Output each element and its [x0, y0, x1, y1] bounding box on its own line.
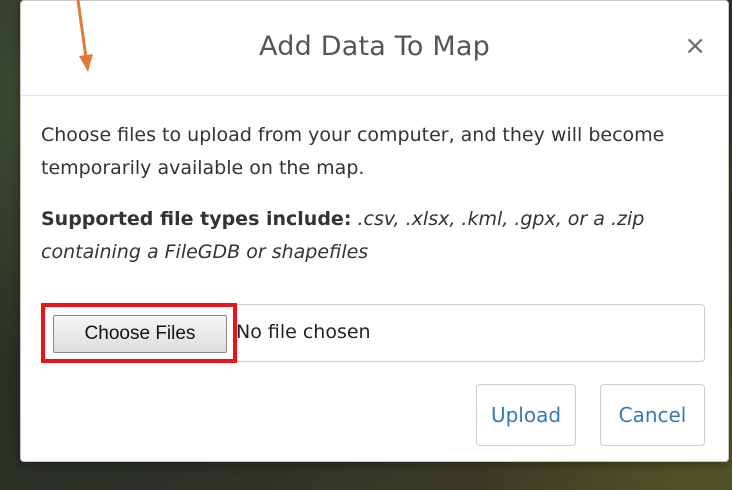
- cancel-button[interactable]: Cancel: [600, 384, 705, 446]
- close-icon[interactable]: ×: [684, 33, 706, 59]
- dialog-title: Add Data To Map: [259, 31, 490, 62]
- types-label: Supported file types include:: [41, 208, 352, 230]
- types-extra: containing a FileGDB or shapefiles: [41, 241, 369, 263]
- dialog-header: Add Data To Map ×: [21, 1, 728, 96]
- dialog-body: Choose files to upload from your compute…: [41, 119, 711, 269]
- highlight-box: [41, 303, 237, 363]
- file-status-text: No file chosen: [236, 321, 371, 343]
- supported-types-text: Supported file types include: .csv, .xls…: [41, 203, 711, 269]
- intro-text: Choose files to upload from your compute…: [41, 124, 665, 179]
- upload-button[interactable]: Upload: [476, 384, 576, 446]
- add-data-dialog: Add Data To Map × Choose files to upload…: [20, 0, 729, 462]
- types-list: .csv, .xlsx, .kml, .gpx, or a .zip: [357, 208, 645, 230]
